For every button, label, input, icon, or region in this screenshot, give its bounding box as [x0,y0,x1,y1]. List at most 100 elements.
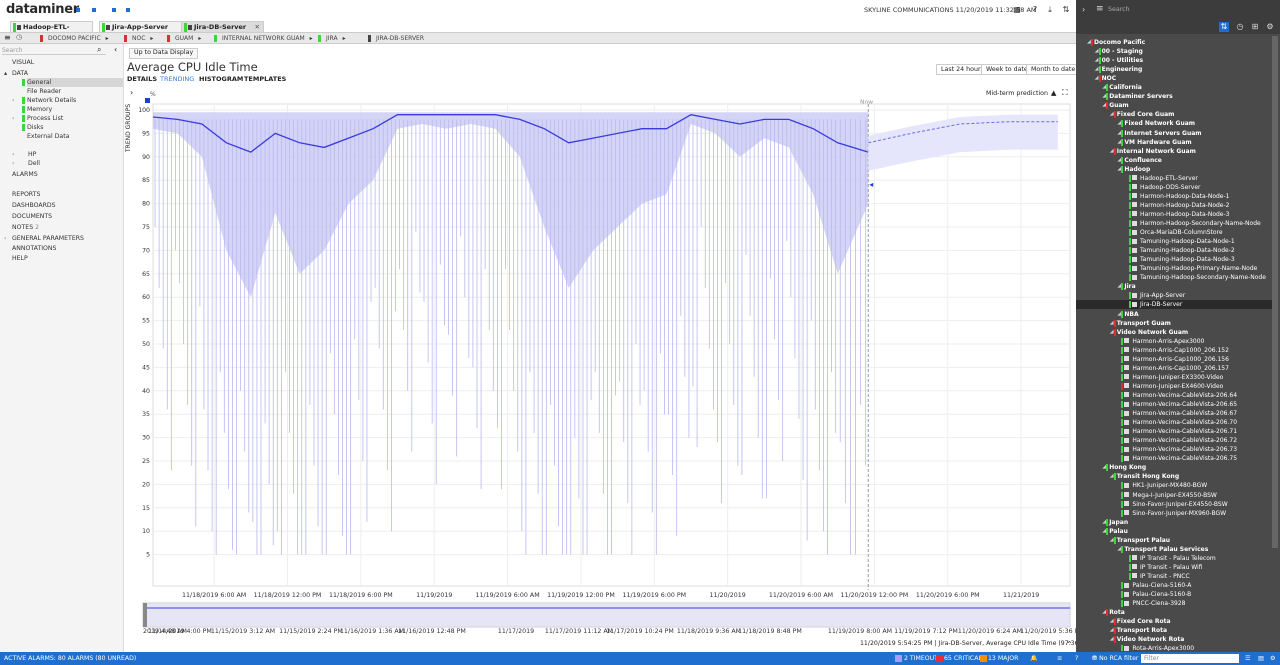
week-to-date-button[interactable]: Week to date [981,64,1033,75]
tree-node[interactable]: Harmon-Vecima-CableVista-206.67 [1121,409,1237,418]
tree-node[interactable]: Harmon-Vecima-CableVista-206.75 [1121,454,1237,463]
tree-node[interactable]: Harmon-Arris-Cap1000_206.157 [1121,364,1229,373]
tree-node[interactable]: Harmon-Arris-Cap1000_206.156 [1121,355,1229,364]
tree-node[interactable]: Harmon-Vecima-CableVista-206.72 [1121,436,1237,445]
month-to-date-button[interactable]: Month to date [1026,64,1081,75]
breadcrumb-item[interactable]: JIRA-DB-SERVER [368,34,424,43]
nav-file-reader[interactable]: File Reader [27,87,61,96]
breadcrumb-item[interactable]: JIRA ▸ [318,34,346,43]
tree-node[interactable]: Sino-Favor-Juniper-MX960-BGW [1121,509,1226,518]
mid-term-prediction-toggle[interactable]: Mid-term prediction ⌄ [986,90,1055,97]
nav-memory[interactable]: Memory [22,105,52,114]
breadcrumb-item[interactable]: INTERNAL NETWORK GUAM ▸ [214,34,313,43]
tree-node[interactable]: ◢ 00 - Staging [1095,47,1143,56]
warning-icon[interactable]: ▲ [1051,89,1056,97]
grid-icon[interactable]: ▦ [1012,5,1022,15]
tree-node[interactable]: ◢ NOC [1095,74,1116,83]
breadcrumb-item[interactable]: NOC ▸ [124,34,153,43]
tree-node[interactable]: ◢ 00 - Utilities [1095,56,1143,65]
tree-node[interactable]: ◢ Internal Network Guam [1110,147,1196,156]
tree-node[interactable]: Harmon-Hadoop-Data-Node-2 [1129,201,1229,210]
menu-icon[interactable]: ≡ [4,33,11,42]
tree-node[interactable]: Harmon-Arris-Cap1000_206.152 [1121,346,1229,355]
expand-icon[interactable]: › [12,159,14,168]
tree-node[interactable]: ◢ Guam [1102,101,1129,110]
tree-node[interactable]: Harmon-Hadoop-Data-Node-1 [1129,192,1229,201]
tree-node[interactable]: ◢ Transport Palau Services [1117,545,1208,554]
tree-node[interactable]: Palau-Ciena-5160-B [1121,590,1191,599]
nav-dell[interactable]: Dell [28,159,40,168]
tab-hadoop-etl-server[interactable]: Hadoop-ETL-Server [10,21,93,42]
tree-node[interactable]: ◢ Fixed Network Guam [1117,119,1195,128]
tab-jira-app-server[interactable]: Jira-App-Server [99,21,182,33]
tree-node[interactable]: Orca-MariaDB-ColumnStore [1129,228,1223,237]
tree-node[interactable]: ◢ Jira [1117,282,1136,291]
breadcrumb-item[interactable]: DOCOMO PACIFIC ▸ [40,34,109,43]
tree-node[interactable]: Hadoop-ODS-Server [1129,183,1200,192]
tree-node[interactable]: Tamuning-Hadoop-Data-Node-1 [1129,237,1235,246]
tree-node[interactable]: Harmon-Vecima-CableVista-206.70 [1121,418,1237,427]
list-view-icon[interactable]: ☰ [1245,652,1251,665]
nav-help[interactable]: HELP [12,254,28,263]
tree-node[interactable]: HK1-Juniper-MX480-BGW [1121,481,1207,490]
tree-node[interactable]: ◢ Hong Kong [1102,463,1146,472]
tree-node[interactable]: Tamuning-Hadoop-Secondary-Name-Node [1129,273,1266,282]
rca-filter[interactable]: ⛃ No RCA filter [1092,652,1138,665]
tree-node[interactable]: Jira-DB-Server [1076,300,1274,310]
expand-icon[interactable]: › [4,234,6,243]
chevron-right-icon[interactable]: › [130,88,133,97]
tab-trending[interactable]: TRENDING [160,75,194,83]
tree-node[interactable]: Tamuning-Hadoop-Data-Node-2 [1129,246,1235,255]
tree-node[interactable]: Harmon-Vecima-CableVista-206.64 [1121,391,1237,400]
tree-node[interactable]: Harmon-Arris-Apex3000 [1121,337,1204,346]
tree-node[interactable]: Mega-I-Juniper-EX4550-BSW [1121,491,1217,500]
tree-node[interactable]: Hadoop-ETL-Server [1129,174,1198,183]
history-icon[interactable]: ◷ [1235,22,1245,32]
expand-icon[interactable]: › [12,114,14,123]
tree-node[interactable]: PNCC-Ciena-3928 [1121,599,1186,608]
nav-network-details[interactable]: Network Details [22,96,76,105]
nav-notes[interactable]: NOTES 2 [12,223,39,232]
tree-node[interactable]: ◢ Transport Guam [1110,319,1171,328]
tree-node[interactable]: Harmon-Vecima-CableVista-206.65 [1121,400,1237,409]
tree-node[interactable]: Harmon-Vecima-CableVista-206.71 [1121,427,1237,436]
tree-node[interactable]: ◢ NBA [1117,310,1139,319]
tree-node[interactable]: Jira-App-Server [1129,291,1185,300]
tree-node[interactable]: ◢ Transit Hong Kong [1110,472,1179,481]
tree-node[interactable]: Palau-Ciena-5160-A [1121,581,1191,590]
tree-node[interactable]: ◢ Transport Rota [1110,626,1167,635]
tree-node[interactable]: ◢ Fixed Core Rota [1110,617,1171,626]
tree-node[interactable]: ◢ Engineering [1095,65,1142,74]
tree-node[interactable]: Harmon-Vecima-CableVista-206.73 [1121,445,1237,454]
tree-node[interactable]: ◢ Docomo Pacific [1087,38,1145,47]
collapse-icon[interactable]: ‹ [114,45,117,54]
tree-view-icon[interactable]: ⇅ [1219,22,1229,32]
download-icon[interactable]: ⤓ [1045,5,1055,15]
tree-node[interactable]: ◢ Palau [1102,527,1128,536]
tree-node[interactable]: Harmon-Juniper-EX3300-Video [1121,373,1223,382]
nav-reports[interactable]: REPORTS [12,190,40,199]
nav-data[interactable]: DATA [12,69,28,78]
expand-icon[interactable]: › [12,96,14,105]
active-alarms-text[interactable]: ACTIVE ALARMS: 80 ALARMS (80 UNREAD) [4,652,136,665]
tree-node[interactable]: ◢ Internet Servers Guam [1117,129,1202,138]
tree-node[interactable]: ◢ California [1102,83,1142,92]
tree-node[interactable]: Sino-Favor-Juniper-EX4550-BSW [1121,500,1228,509]
major-count[interactable]: 13 MAJOR [988,652,1018,665]
tree-node[interactable]: IP Transit - Palau Wifi [1129,563,1202,572]
tree-node[interactable]: ◢ Dataminer Servers [1102,92,1173,101]
surveyor-search-input[interactable]: Search [1108,6,1130,13]
nav-alarms[interactable]: ALARMS [12,170,38,179]
tree-node[interactable]: ◢ Japan [1102,518,1128,527]
tree-node[interactable]: ◢ VM Hardware Guam [1117,138,1192,147]
fullscreen-icon[interactable]: ⛶ [1062,88,1068,98]
collapse-legend-icon[interactable]: ⌃ [1066,640,1073,649]
nav-external-data[interactable]: External Data [27,132,69,141]
app-logo[interactable]: dataminer [6,2,79,17]
tree-node[interactable]: Harmon-Hadoop-Secondary-Name-Node [1129,219,1261,228]
nav-annotations[interactable]: ANNOTATIONS [12,244,56,253]
nav-dashboards[interactable]: DASHBOARDS [12,201,56,210]
tree-node[interactable]: ◢ Video Network Rota [1110,635,1184,644]
critical-count[interactable]: 65 CRITICAL [944,652,982,665]
tab-histogram[interactable]: HISTOGRAM [199,75,243,83]
